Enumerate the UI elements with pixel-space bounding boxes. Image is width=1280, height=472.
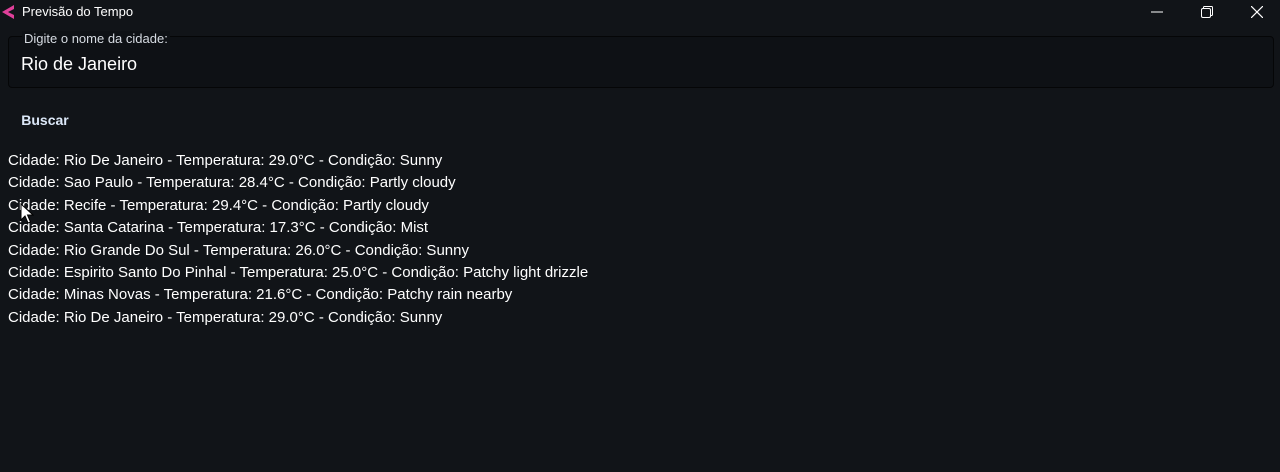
minimize-icon (1151, 11, 1163, 13)
result-item: Cidade: Sao Paulo - Temperatura: 28.4°C … (8, 174, 456, 192)
result-item: Cidade: Rio Grande Do Sul - Temperatura:… (8, 241, 469, 259)
city-input-value[interactable]: Rio de Janeiro (21, 54, 137, 75)
close-icon (1251, 6, 1263, 18)
result-item: Cidade: Minas Novas - Temperatura: 21.6°… (8, 286, 513, 304)
result-item: Cidade: Recife - Temperatura: 29.4°C - C… (8, 196, 429, 214)
city-input-label: Digite o nome da cidade: (22, 31, 170, 46)
result-item: Cidade: Santa Catarina - Temperatura: 17… (8, 219, 429, 237)
result-item: Cidade: Rio De Janeiro - Temperatura: 29… (8, 308, 443, 326)
app-logo-icon (2, 5, 14, 19)
search-button[interactable]: Buscar (8, 104, 82, 136)
restore-icon (1201, 6, 1213, 18)
restore-button[interactable] (1184, 0, 1230, 24)
window-title: Previsão do Tempo (22, 4, 134, 19)
title-bar: Previsão do Tempo (0, 0, 1280, 24)
close-button[interactable] (1234, 0, 1280, 24)
city-input[interactable]: Digite o nome da cidade: Rio de Janeiro (8, 31, 1274, 88)
minimize-button[interactable] (1134, 0, 1180, 24)
result-item: Cidade: Rio De Janeiro - Temperatura: 29… (8, 152, 443, 169)
results-list: Cidade: Rio De Janeiro - Temperatura: 29… (8, 151, 588, 330)
result-item: Cidade: Espirito Santo Do Pinhal - Tempe… (8, 263, 589, 281)
mouse-cursor-icon (20, 203, 34, 224)
